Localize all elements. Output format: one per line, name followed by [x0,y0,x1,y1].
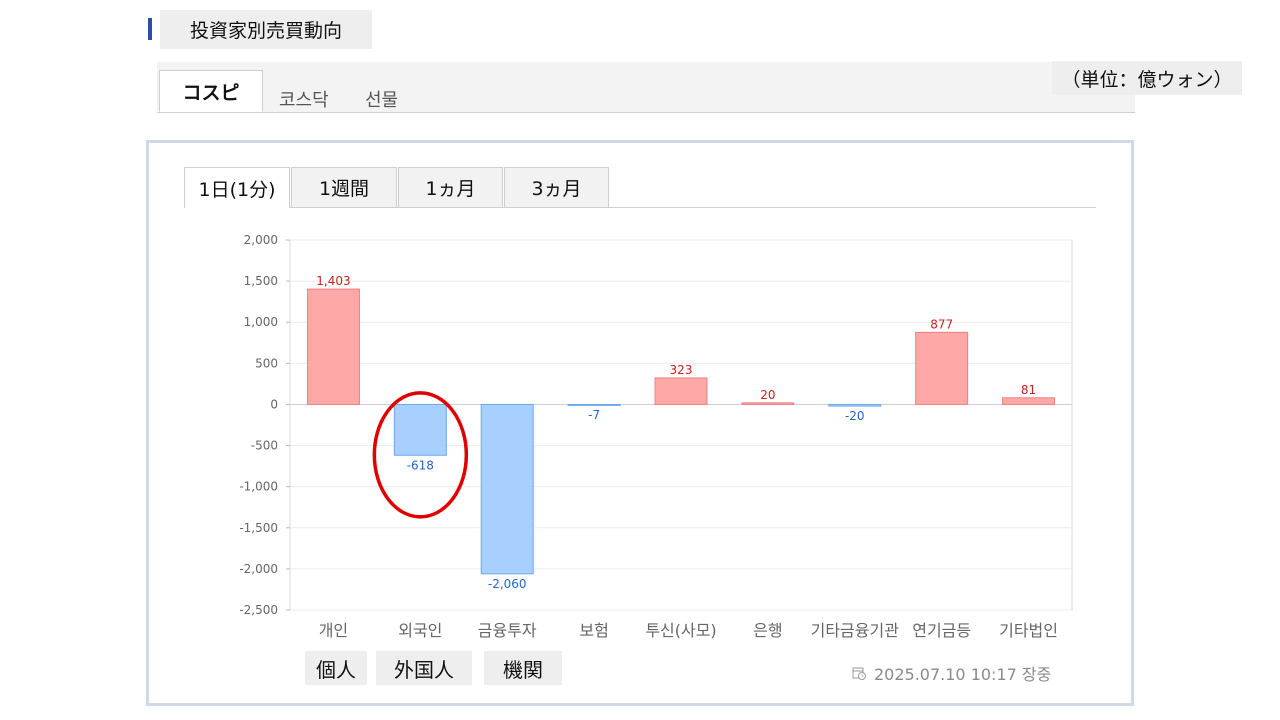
y-tick-label: -1,000 [239,480,278,494]
x-tick-label: 연기금등 [912,621,971,640]
bar [915,331,969,405]
x-tick-label: 투신(사모) [645,621,716,640]
y-tick-label: -2,500 [239,603,278,617]
x-tick-label: 은행 [753,621,782,640]
y-tick-label: 1,000 [244,315,278,329]
note-label-institution: 機関 [484,651,562,685]
note-label-individual: 個人 [305,651,367,685]
x-tick-label: 기타금융기관 [811,621,900,640]
bar [1002,397,1056,405]
investor-bar-chart: 2,000 1,500 1,000 500 0 -500 -1,000 -1,500 -2,00… [239,233,1073,640]
data-label: -20 [845,409,865,423]
y-tick-label: -500 [251,439,278,453]
y-tick-label: 2,000 [244,233,278,247]
x-tick-label: 금융투자 [478,621,537,640]
y-tick-label: 1,500 [244,274,278,288]
x-tick-label: 보험 [579,621,608,640]
x-tick-label: 개인 [319,621,348,640]
x-tick-label: 기타법인 [999,621,1058,640]
bar [654,377,708,405]
calendar-clock-icon [852,667,866,680]
bar [480,403,534,575]
data-label: -2,060 [488,577,527,591]
data-label: 1,403 [316,274,350,288]
data-label: -618 [407,458,434,472]
bar [306,288,360,405]
bar [393,403,447,456]
bar [828,403,882,407]
data-label: 81 [1021,383,1036,397]
timestamp-text: 2025.07.10 10:17 장중 [874,665,1052,684]
data-label: -7 [588,408,600,422]
y-tick-label: 500 [255,356,278,370]
data-label: 20 [760,388,775,402]
timestamp: 2025.07.10 10:17 장중 [852,661,1051,685]
bar [741,402,795,405]
bar [567,403,621,406]
y-tick-label: -2,000 [239,562,278,576]
data-label: 877 [930,317,953,331]
y-tick-label: 0 [270,397,278,411]
data-label: 323 [670,363,693,377]
note-label-foreign: 外国人 [376,651,472,685]
y-tick-label: -1,500 [239,521,278,535]
x-tick-label: 외국인 [398,621,442,640]
